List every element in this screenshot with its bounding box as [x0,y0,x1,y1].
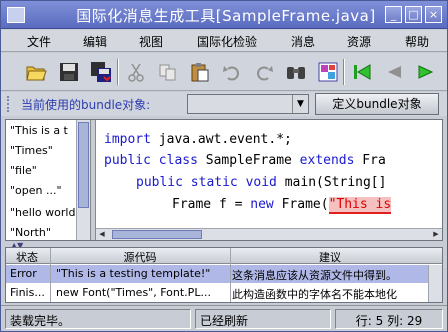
menu-edit[interactable]: 编辑 [83,33,107,50]
status-bar: 装载完毕。 已经刷新 行: 5 列: 29 [1,305,447,331]
code-text: Fra [354,153,386,168]
find-icon[interactable] [281,57,311,87]
code-text: Frame( [273,197,329,212]
highlighted-string-literal[interactable]: "This is [328,197,392,214]
toolbar [1,53,447,91]
string-list[interactable]: "This is a t "Times" "file" "open ..." "… [6,120,76,240]
list-item[interactable]: "open ..." [10,184,62,197]
message-table: 状态 源代码 建议 Error "This is a testing templ… [5,247,443,303]
paste-icon[interactable] [185,57,215,87]
table-scrollbar[interactable] [428,265,442,302]
list-item[interactable]: "hello world [10,206,75,219]
scroll-left-icon[interactable]: ◀ [96,229,108,240]
code-keyword: new [250,197,274,212]
code-editor[interactable]: import java.awt.event.*; public class Sa… [96,120,442,228]
row-status: Finis... [10,286,45,299]
menu-i18n-check[interactable]: 国际化检验 [197,33,257,50]
row-advice: 这条消息应该从资源文件中得到。 [232,269,397,282]
column-header-status[interactable]: 状态 [6,249,48,265]
close-button[interactable]: × [425,6,442,23]
code-text: main(String[] [276,175,387,190]
list-scrollbar-thumb[interactable] [78,122,89,208]
minimize-button[interactable]: _ [385,6,402,23]
cut-icon[interactable] [121,57,151,87]
previous-icon[interactable] [379,57,409,87]
redo-icon[interactable] [249,57,279,87]
menu-message[interactable]: 消息 [291,33,315,50]
copy-icon[interactable] [153,57,183,87]
undo-icon[interactable] [217,57,247,87]
scroll-right-icon[interactable]: ▶ [430,229,442,240]
code-keyword: public static void [136,175,277,190]
row-status: Error [10,267,37,280]
menu-file[interactable]: 文件 [27,33,51,50]
list-item[interactable]: "Times" [10,144,53,157]
menu-resource[interactable]: 资源 [347,33,371,50]
code-text: java.awt.event.*; [150,132,292,147]
next-icon[interactable] [411,57,441,87]
column-header-advice[interactable]: 建议 [230,249,430,265]
main-panel: "This is a t "Times" "file" "open ..." "… [5,119,443,241]
code-keyword: extends [299,153,355,168]
status-message: 装载完毕。 [5,309,191,329]
row-source: "This is a testing template!" [56,267,211,280]
window-menu-icon[interactable] [7,7,25,23]
window-title: 国际化消息生成工具[SampleFrame.java] [76,7,376,25]
row-source: new Font("Times", Font.PL... [56,286,211,299]
open-folder-icon[interactable] [21,57,51,87]
code-scrollbar-thumb[interactable] [112,230,202,239]
code-text: Frame f = [172,197,251,212]
app-window: 国际化消息生成工具[SampleFrame.java] _ □ × 文件 编辑 … [0,0,448,332]
bundle-bar: 当前使用的bundle对象: ▼ 定义bundle对象 [1,92,447,116]
menu-bar: 文件 编辑 视图 国际化检验 消息 资源 帮助 [1,30,447,52]
table-row[interactable]: Error "This is a testing template!" 这条消息… [6,265,442,283]
list-scrollbar[interactable] [76,120,90,240]
row-advice: 此构造函数中的字体名不能本地化 [232,288,397,301]
list-item[interactable]: "file" [10,164,37,177]
list-item[interactable]: "North" [10,226,51,239]
first-icon[interactable] [347,57,377,87]
column-header-source[interactable]: 源代码 [50,249,230,265]
i18n-tool-icon[interactable] [313,57,343,87]
define-bundle-button[interactable]: 定义bundle对象 [315,93,439,115]
code-text: SampleFrame [197,153,300,168]
status-refresh: 已经刷新 [195,309,331,329]
menu-view[interactable]: 视图 [139,33,163,50]
code-keyword: import [104,132,151,147]
table-row[interactable]: Finis... new Font("Times", Font.PL... 此构… [6,284,442,302]
bundle-label: 当前使用的bundle对象: [21,98,151,112]
save-icon[interactable] [54,57,84,87]
bundle-select[interactable]: ▼ [187,94,309,114]
save-all-icon[interactable] [86,57,116,87]
code-horizontal-scrollbar[interactable]: ◀ ▶ [96,228,442,240]
menu-help[interactable]: 帮助 [405,33,429,50]
code-keyword: public class [104,153,198,168]
chevron-down-icon[interactable]: ▼ [292,95,308,113]
status-cursor-position: 行: 5 列: 29 [335,309,443,329]
maximize-button[interactable]: □ [405,6,422,23]
table-header: 状态 源代码 建议 [6,248,442,264]
list-item[interactable]: "This is a t [10,124,68,137]
title-bar[interactable]: 国际化消息生成工具[SampleFrame.java] _ □ × [1,1,447,29]
toolbar-grip[interactable] [7,96,11,112]
